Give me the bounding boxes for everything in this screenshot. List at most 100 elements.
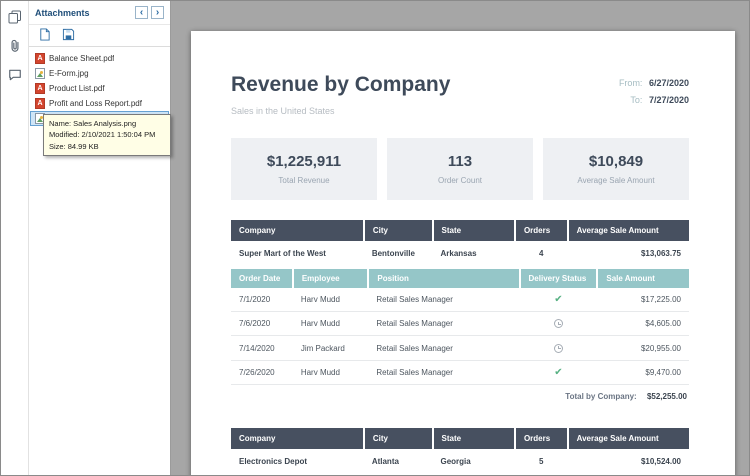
- order-row: 7/14/2020 Jim Packard Retail Sales Manag…: [231, 336, 689, 360]
- stat-card: 113 Order Count: [387, 138, 533, 200]
- order-date-cell: 7/6/2020: [231, 312, 293, 336]
- order-date-cell: 7/14/2020: [231, 336, 293, 360]
- orders-table: Order Date Employee Position Delivery St…: [231, 269, 689, 385]
- position-cell: Retail Sales Manager: [368, 360, 519, 384]
- image-file-icon: [35, 68, 45, 79]
- save-icon: [62, 28, 75, 44]
- employee-cell: Jim Packard: [293, 336, 369, 360]
- pages-panel-button[interactable]: [4, 7, 26, 29]
- delivery-status-cell: [520, 312, 598, 336]
- order-row: 7/1/2020 Harv Mudd Retail Sales Manager …: [231, 288, 689, 312]
- sale-amount-header: Sale Amount: [597, 269, 689, 288]
- open-doc-icon: [38, 28, 51, 44]
- group-total: Total by Company: $52,255.00: [231, 385, 689, 408]
- page-title: Revenue by Company: [231, 73, 450, 97]
- stat-value: $1,225,911: [267, 153, 341, 170]
- delivery-status-header: Delivery Status: [520, 269, 598, 288]
- tooltip-name: Name: Sales Analysis.png: [49, 118, 165, 129]
- order-row: 7/6/2020 Harv Mudd Retail Sales Manager …: [231, 312, 689, 336]
- attachments-prev-button[interactable]: ‹: [135, 6, 148, 19]
- stat-label: Average Sale Amount: [577, 176, 654, 185]
- total-value: $52,255.00: [647, 392, 687, 401]
- stat-card: $10,849 Average Sale Amount: [543, 138, 689, 200]
- company-row: Electronics Depot Atlanta Georgia 5 $10,…: [231, 449, 689, 474]
- employee-header: Employee: [293, 269, 369, 288]
- comment-icon: [8, 68, 22, 85]
- pdf-file-icon: [35, 83, 45, 94]
- stat-label: Order Count: [438, 176, 482, 185]
- state-cell: Georgia: [433, 449, 515, 474]
- stat-card: $1,225,911 Total Revenue: [231, 138, 377, 200]
- position-cell: Retail Sales Manager: [368, 336, 519, 360]
- delivery-status-icon: [554, 319, 563, 328]
- comments-panel-button[interactable]: [4, 65, 26, 87]
- sale-amount-cell: $9,470.00: [597, 360, 689, 384]
- viewer-icon-strip: [1, 1, 29, 475]
- position-cell: Retail Sales Manager: [368, 288, 519, 312]
- attachments-next-button[interactable]: ›: [151, 6, 164, 19]
- avg-header-cell: Average Sale Amount: [568, 428, 689, 449]
- order-row: 7/26/2020 Harv Mudd Retail Sales Manager…: [231, 360, 689, 384]
- tooltip-modified: Modified: 2/10/2021 1:50:04 PM: [49, 129, 165, 140]
- order-date-cell: 7/1/2020: [231, 288, 293, 312]
- attachments-toolbar: [29, 25, 170, 47]
- avg-header-cell: Average Sale Amount: [568, 220, 689, 241]
- orders-header-cell: Orders: [515, 220, 568, 241]
- stat-value: $10,849: [589, 153, 643, 170]
- avg-cell: $10,524.00: [568, 449, 689, 474]
- company-header-cell: Company: [231, 220, 364, 241]
- attachment-item[interactable]: Product List.pdf: [30, 81, 169, 96]
- summary-stats: $1,225,911 Total Revenue 113 Order Count…: [231, 138, 689, 200]
- attachment-item[interactable]: E-Form.jpg: [30, 66, 169, 81]
- stat-label: Total Revenue: [278, 176, 329, 185]
- city-cell: Bentonville: [364, 241, 433, 266]
- orders-cell: 5: [515, 449, 568, 474]
- save-attachment-button[interactable]: [59, 27, 77, 45]
- total-label: Total by Company:: [565, 392, 636, 401]
- orders-cell: 4: [515, 241, 568, 266]
- company-table: Company City State Orders Average Sale A…: [231, 428, 689, 474]
- sale-amount-cell: $4,605.00: [597, 312, 689, 336]
- to-label: To:: [630, 95, 642, 105]
- position-header: Position: [368, 269, 519, 288]
- page-subtitle: Sales in the United States: [231, 106, 450, 116]
- avg-cell: $13,063.75: [568, 241, 689, 266]
- company-header-row: Company City State Orders Average Sale A…: [231, 428, 689, 449]
- open-attachment-button[interactable]: [35, 27, 53, 45]
- attachments-panel: Attachments ‹ › Balance Sheet.pdf: [29, 1, 171, 475]
- company-group: Company City State Orders Average Sale A…: [231, 220, 689, 408]
- attachments-title: Attachments: [35, 8, 90, 18]
- position-cell: Retail Sales Manager: [368, 312, 519, 336]
- delivery-status-cell: [520, 360, 598, 384]
- attachment-item[interactable]: Balance Sheet.pdf: [30, 51, 169, 66]
- stat-value: 113: [448, 153, 472, 170]
- orders-header-cell: Orders: [515, 428, 568, 449]
- city-header-cell: City: [364, 220, 433, 241]
- tooltip-size: Size: 84.99 KB: [49, 141, 165, 152]
- company-row: Super Mart of the West Bentonville Arkan…: [231, 241, 689, 266]
- delivery-status-cell: [520, 288, 598, 312]
- city-cell: Atlanta: [364, 449, 433, 474]
- employee-cell: Harv Mudd: [293, 288, 369, 312]
- company-table: Company City State Orders Average Sale A…: [231, 220, 689, 266]
- date-range: From: 6/27/2020 To: 7/27/2020: [619, 75, 689, 109]
- sale-amount-cell: $20,955.00: [597, 336, 689, 360]
- paperclip-icon: [8, 39, 22, 56]
- attachments-panel-header: Attachments ‹ ›: [29, 1, 170, 25]
- state-header-cell: State: [433, 428, 515, 449]
- attachments-nav: ‹ ›: [135, 6, 164, 19]
- company-header-cell: Company: [231, 428, 364, 449]
- state-header-cell: State: [433, 220, 515, 241]
- to-value: 7/27/2020: [649, 95, 689, 105]
- attachments-panel-button[interactable]: [4, 36, 26, 58]
- order-date-cell: 7/26/2020: [231, 360, 293, 384]
- report-page: Revenue by Company Sales in the United S…: [191, 31, 735, 475]
- pdf-file-icon: [35, 98, 45, 109]
- document-area[interactable]: Revenue by Company Sales in the United S…: [171, 1, 749, 475]
- attachment-name: Profit and Loss Report.pdf: [49, 99, 142, 108]
- attachment-item[interactable]: Profit and Loss Report.pdf: [30, 96, 169, 111]
- delivery-status-icon: [554, 344, 563, 353]
- pdf-viewer-window: Attachments ‹ › Balance Sheet.pdf: [0, 0, 750, 476]
- company-cell: Super Mart of the West: [231, 241, 364, 266]
- company-header-row: Company City State Orders Average Sale A…: [231, 220, 689, 241]
